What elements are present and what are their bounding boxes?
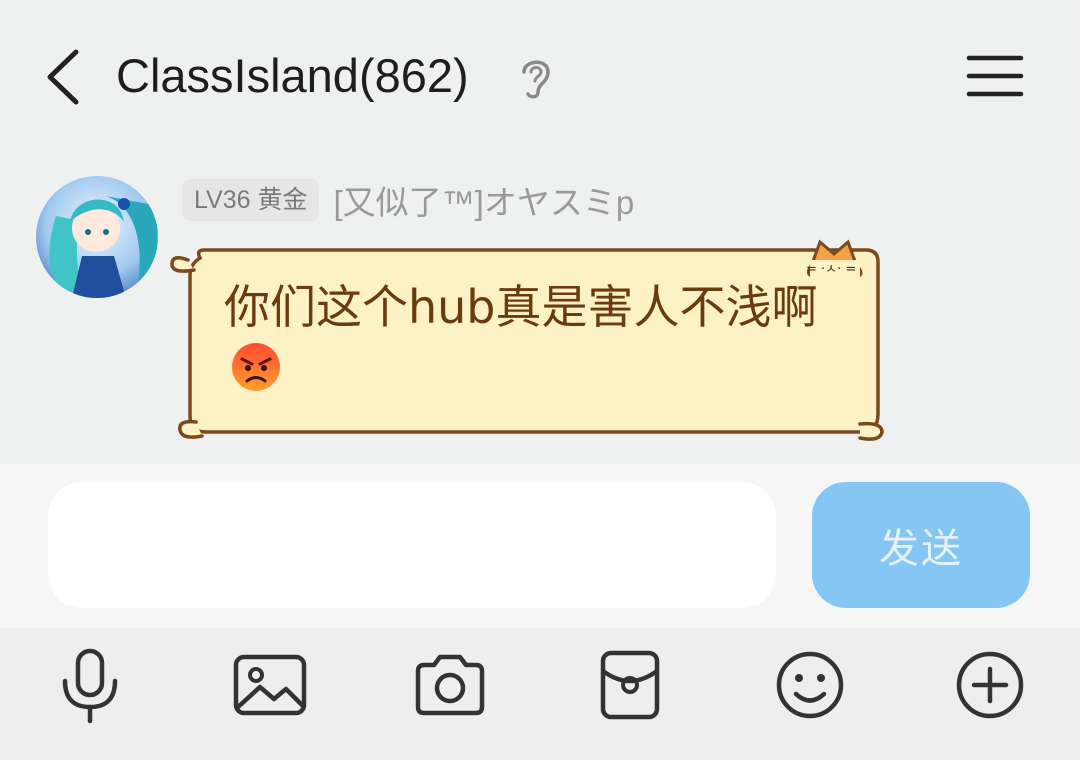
image-button[interactable] bbox=[222, 640, 318, 730]
ear-icon[interactable] bbox=[516, 54, 556, 100]
image-icon bbox=[233, 654, 307, 716]
plus-icon bbox=[956, 651, 1024, 719]
message-text: 你们这个hub真是害人不浅啊 bbox=[224, 276, 844, 400]
bottom-toolbar bbox=[0, 628, 1080, 760]
chat-title[interactable]: ClassIsland(862) bbox=[116, 46, 469, 106]
level-badge: LV36 黄金 bbox=[182, 179, 320, 221]
emoji-icon bbox=[776, 651, 844, 719]
plus-button[interactable] bbox=[942, 640, 1038, 730]
camera-button[interactable] bbox=[402, 640, 498, 730]
menu-icon[interactable] bbox=[966, 54, 1024, 98]
back-arrow-icon[interactable] bbox=[38, 44, 90, 110]
angry-face-emoji-icon bbox=[232, 343, 280, 391]
red-packet-button[interactable] bbox=[582, 640, 678, 730]
microphone-button[interactable] bbox=[42, 640, 138, 730]
microphone-icon bbox=[62, 648, 118, 724]
emoji-button[interactable] bbox=[762, 640, 858, 730]
camera-icon bbox=[415, 654, 485, 716]
send-button[interactable]: 发送 bbox=[812, 482, 1030, 608]
red-packet-icon bbox=[600, 650, 660, 720]
sender-nickname[interactable]: [又似了™]オヤスミp bbox=[333, 176, 634, 224]
message-bubble[interactable]: = ·ㅅ· = 你们这个hub真是害人不浅啊 bbox=[166, 236, 890, 448]
sender-meta: LV36 黄金 [又似了™]オヤスミp bbox=[182, 178, 634, 222]
avatar[interactable] bbox=[36, 176, 158, 298]
message-input[interactable] bbox=[48, 482, 776, 608]
svg-text:= ·ㅅ· =: = ·ㅅ· = bbox=[806, 262, 856, 277]
chat-header: ClassIsland(862) bbox=[0, 0, 1080, 150]
